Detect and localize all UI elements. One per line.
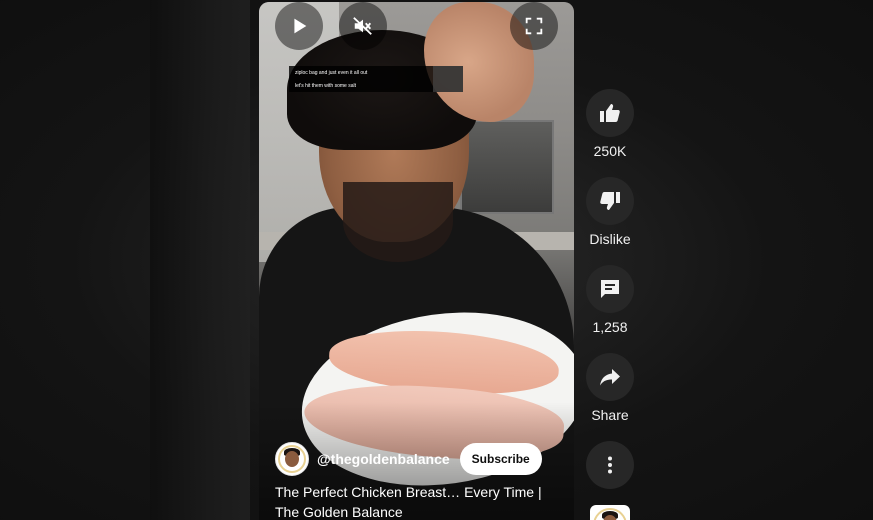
play-button[interactable] — [275, 2, 323, 50]
share-action: Share — [586, 353, 634, 423]
fullscreen-icon — [525, 17, 543, 35]
thumbs-up-icon — [600, 104, 620, 122]
play-icon — [294, 18, 307, 34]
mute-button[interactable] — [339, 2, 387, 50]
comment-icon — [601, 280, 619, 298]
more-button[interactable] — [586, 441, 634, 489]
video-title[interactable]: The Perfect Chicken Breast… Every Time |… — [275, 482, 555, 520]
comment-count: 1,258 — [592, 319, 628, 335]
channel-avatar[interactable] — [275, 442, 309, 476]
ambient-background — [150, 0, 250, 520]
scene-beard — [343, 182, 453, 262]
dislike-button[interactable] — [586, 177, 634, 225]
channel-row: @thegoldenbalance Subscribe — [275, 442, 542, 476]
dislike-label: Dislike — [589, 231, 631, 247]
like-button[interactable] — [586, 89, 634, 137]
dislike-action: Dislike — [586, 177, 634, 247]
channel-handle[interactable]: @thegoldenbalance — [317, 451, 450, 467]
like-action: 250K — [586, 89, 634, 159]
scene-oven — [460, 120, 554, 214]
share-label: Share — [591, 407, 629, 423]
share-button[interactable] — [586, 353, 634, 401]
caption-box-extension — [433, 66, 463, 92]
like-count: 250K — [593, 143, 627, 159]
more-vertical-icon — [608, 456, 612, 474]
more-action — [586, 441, 634, 489]
fullscreen-button[interactable] — [510, 2, 558, 50]
shorts-viewer: ziploc bag and just even it all out let'… — [0, 0, 873, 520]
short-video-player[interactable]: ziploc bag and just even it all out let'… — [259, 2, 574, 520]
subscribe-button[interactable]: Subscribe — [459, 443, 542, 475]
volume-off-icon — [353, 17, 372, 35]
audio-source-thumbnail[interactable] — [590, 505, 630, 520]
comments-button[interactable] — [586, 265, 634, 313]
thumbs-down-icon — [600, 192, 620, 210]
comments-action: 1,258 — [586, 265, 634, 335]
share-icon — [600, 369, 620, 386]
